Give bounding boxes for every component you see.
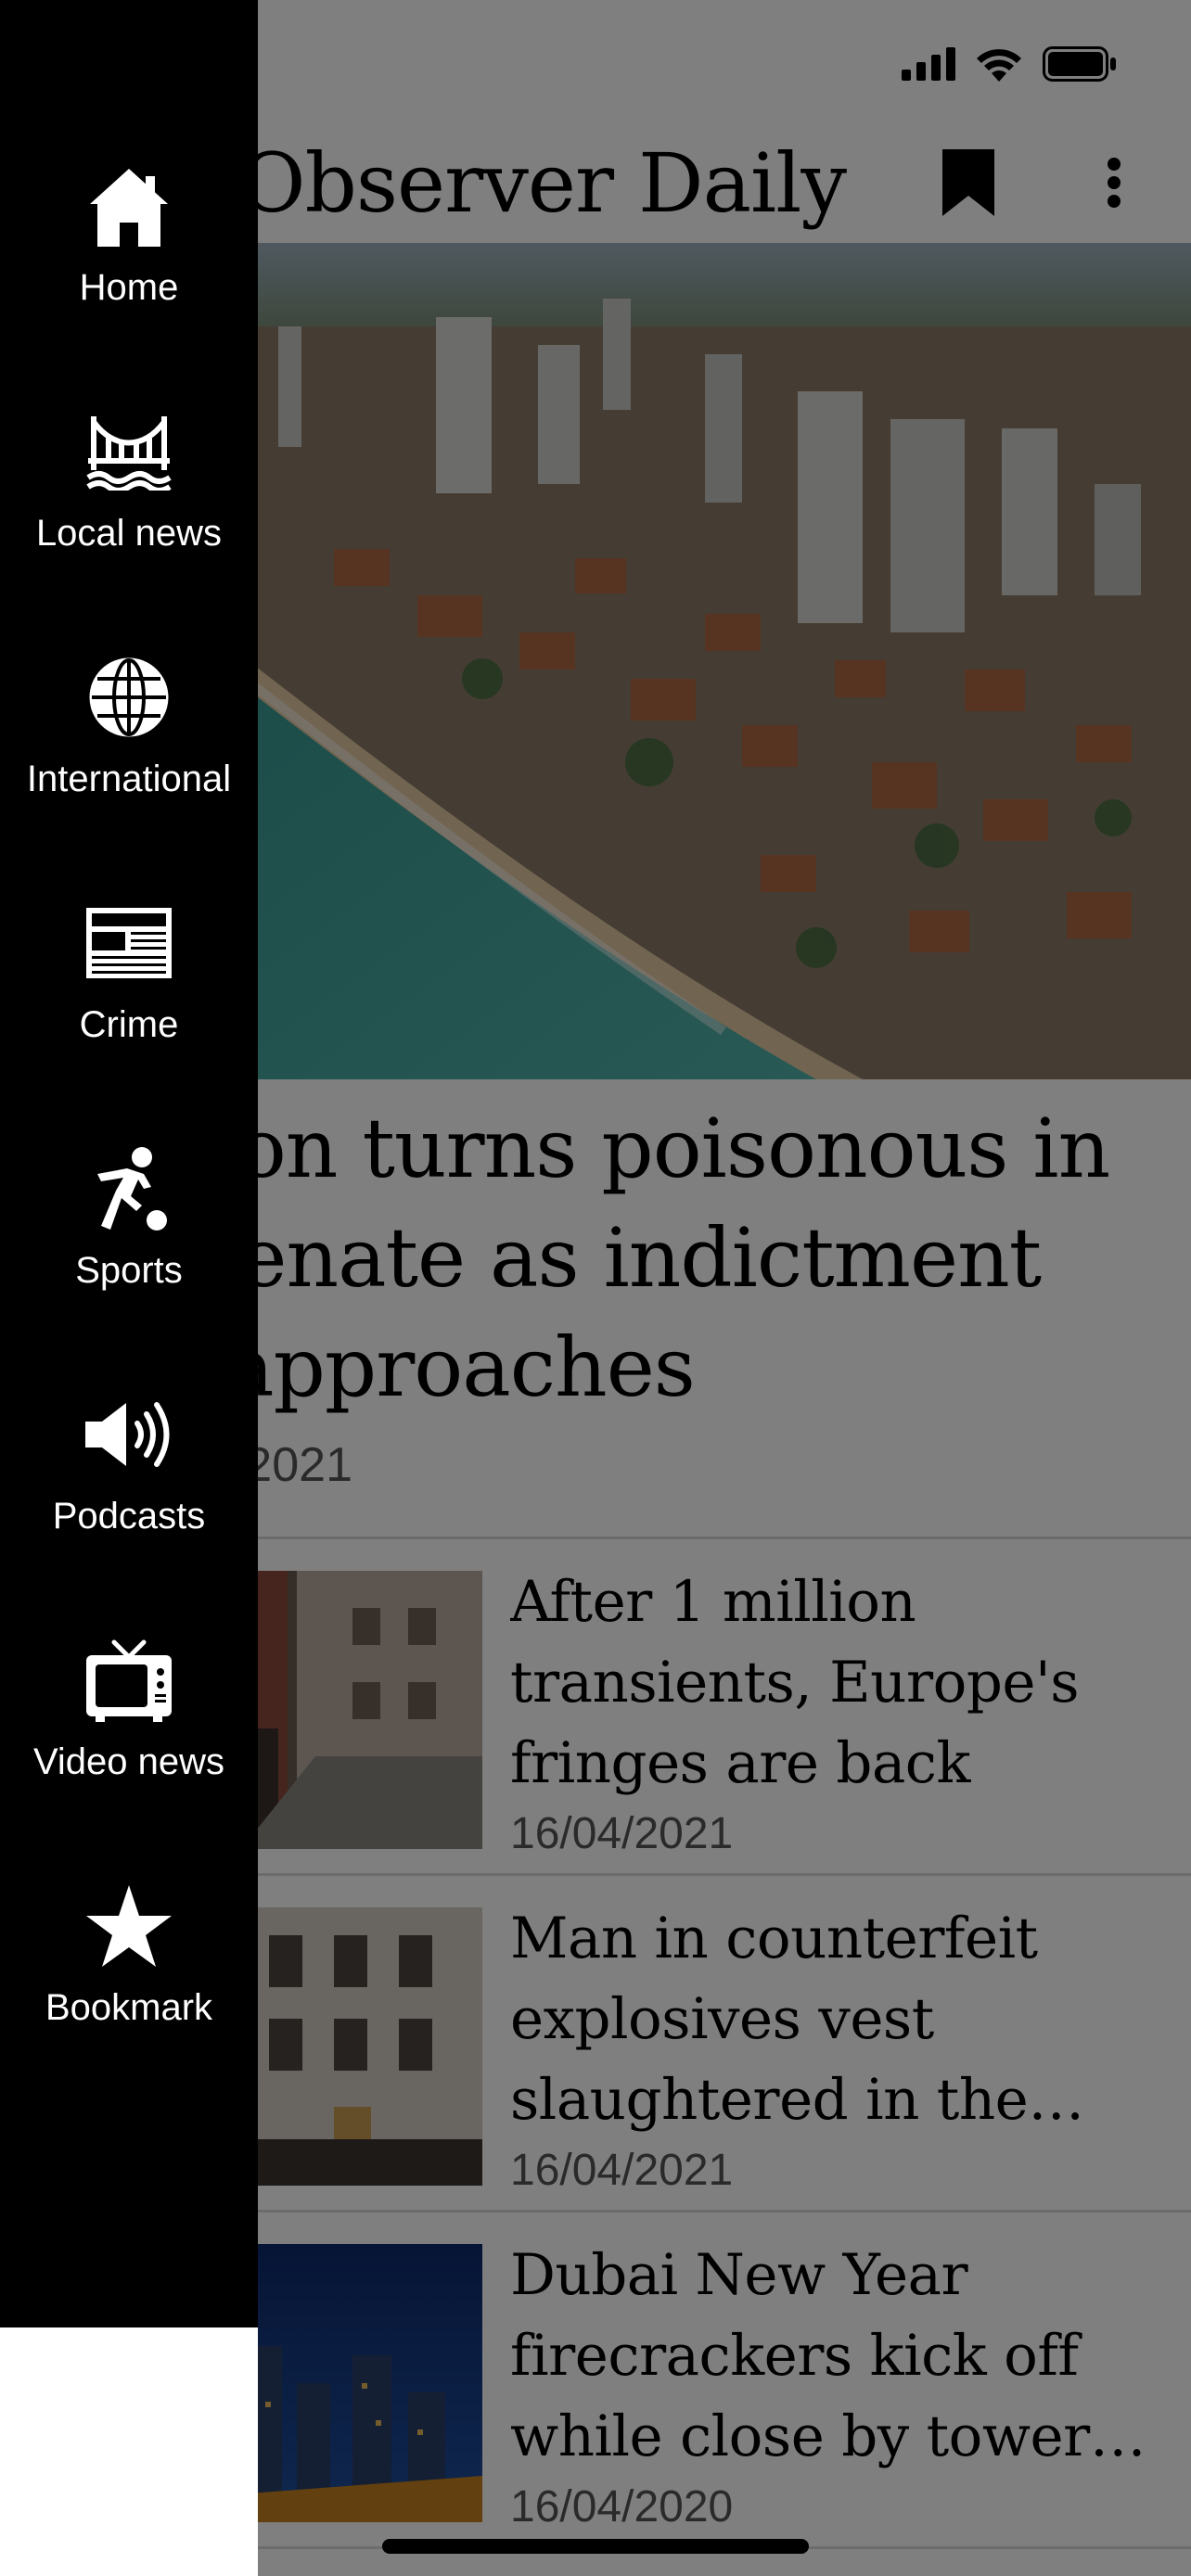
star-icon — [83, 1880, 175, 1972]
drawer-item-podcasts[interactable]: Podcasts — [0, 1351, 258, 1597]
drawer-item-label: International — [26, 759, 232, 799]
drawer-item-label: Video news — [32, 1741, 225, 1782]
drawer-item-label: Local news — [35, 513, 223, 554]
navigation-drawer: Home Local news International Crime Spor… — [0, 0, 258, 2327]
drawer-item-international[interactable]: International — [0, 614, 258, 860]
drawer-item-sports[interactable]: Sports — [0, 1105, 258, 1351]
newspaper-icon — [83, 897, 175, 989]
tv-icon — [83, 1634, 175, 1727]
drawer-item-home[interactable]: Home — [0, 122, 258, 368]
drawer-item-label: Bookmark — [45, 1987, 213, 2028]
drawer-item-label: Sports — [75, 1250, 183, 1291]
drawer-item-local-news[interactable]: Local news — [0, 368, 258, 614]
drawer-item-label: Home — [79, 267, 179, 308]
bridge-icon — [83, 405, 175, 498]
drawer-item-label: Crime — [79, 1004, 179, 1045]
drawer-item-bookmark[interactable]: Bookmark — [0, 1843, 258, 2088]
soccer-player-icon — [83, 1142, 175, 1235]
drawer-footer-area — [0, 2327, 258, 2576]
drawer-scrim-overlay[interactable] — [258, 0, 1191, 2576]
home-icon — [83, 159, 175, 252]
drawer-item-label: Podcasts — [52, 1496, 206, 1537]
speaker-icon — [83, 1388, 175, 1481]
home-indicator[interactable] — [382, 2539, 809, 2554]
globe-icon — [83, 651, 175, 744]
drawer-item-crime[interactable]: Crime — [0, 860, 258, 1105]
drawer-item-video-news[interactable]: Video news — [0, 1597, 258, 1843]
